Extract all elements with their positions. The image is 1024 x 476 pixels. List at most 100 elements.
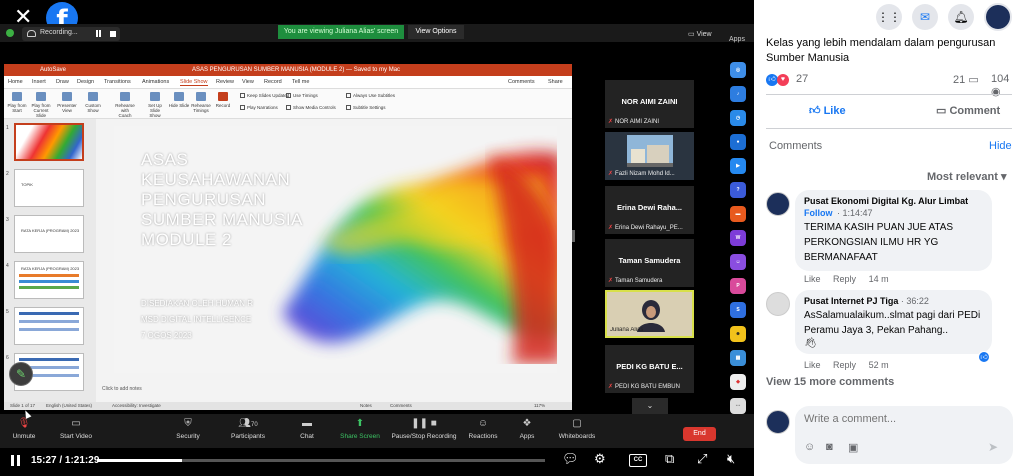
chat-button[interactable]: ▬ Chat [294, 418, 320, 440]
stack-app-icon[interactable]: ▬ [730, 206, 746, 222]
volume-muted-icon[interactable]: 🔇︎ [727, 451, 735, 467]
like-button[interactable]: 👍︎ Like [809, 104, 846, 117]
follow-link[interactable]: Follow [804, 208, 833, 218]
use-timings-option[interactable]: Use Timings [286, 93, 318, 99]
view-more-comments-link[interactable]: View 15 more comments [766, 376, 894, 388]
security-button[interactable]: ⛨ Security [170, 418, 206, 440]
participant-tile[interactable]: Taman Samudera ✗ Taman Samudera [605, 239, 694, 287]
write-comment-box[interactable]: ☺ ◙ ▣ ➤ [795, 406, 1013, 464]
participant-tile[interactable]: NOR AIMI ZAINI ✗ NOR AIMI ZAINI [605, 80, 694, 128]
emoji-app-icon[interactable]: ☻ [730, 326, 746, 342]
red-app-icon[interactable]: ◆ [730, 374, 746, 390]
play-narrations-option[interactable]: Play Narrations [240, 105, 278, 111]
tab-insert[interactable]: Insert [32, 79, 46, 85]
tab-draw[interactable]: Draw [56, 79, 69, 85]
comments-button[interactable]: Comments [508, 79, 535, 85]
smile-app-icon[interactable]: ☺ [730, 254, 746, 270]
tab-design[interactable]: Design [77, 79, 94, 85]
set-up-slide-show-button[interactable]: Set Up Slide Show [144, 92, 166, 118]
music-app-icon[interactable]: ♪ [730, 86, 746, 102]
comment-like-link[interactable]: Like [804, 274, 821, 284]
rehearse-with-coach-button[interactable]: Rehearse with Coach [114, 92, 136, 118]
presenter-view-button[interactable]: Presenter View [56, 92, 78, 113]
commenter-name[interactable]: Pusat Ekonomi Digital Kg. Alur Limbat [804, 196, 983, 206]
w-app-icon[interactable]: W [730, 230, 746, 246]
show-media-controls-option[interactable]: Show Media Controls [286, 105, 336, 111]
scribe-app-icon[interactable]: S [730, 302, 746, 318]
reactions-button[interactable]: ☺ Reactions [466, 418, 500, 440]
fullscreen-icon[interactable]: ⤢ [697, 451, 707, 467]
current-slide[interactable]: ASAS KEUSAHAWANAN PENGURUSAN SUMBER MANU… [114, 126, 557, 373]
share-divider-handle[interactable] [572, 230, 575, 242]
notifications-bell-icon[interactable]: 🔔︎ [948, 4, 974, 30]
view-button[interactable]: ▭ View [688, 30, 712, 38]
emoji-icon[interactable]: ☺ [804, 441, 815, 453]
tab-view[interactable]: View [242, 79, 254, 85]
quiz-app-icon[interactable]: ? [730, 182, 746, 198]
status-accessibility[interactable]: Accessibility: Investigate [112, 402, 161, 410]
tab-tell-me[interactable]: Tell me [292, 79, 309, 85]
timer-app-icon[interactable]: ◷ [730, 110, 746, 126]
end-meeting-button[interactable]: End [683, 427, 716, 441]
comment-input[interactable] [804, 413, 1004, 425]
comment-like-link[interactable]: Like [804, 360, 821, 370]
pause-icon[interactable] [11, 455, 20, 466]
picture-in-picture-icon[interactable]: ⧉ [665, 451, 674, 467]
tab-record[interactable]: Record [264, 79, 282, 85]
tab-transitions[interactable]: Transitions [104, 79, 131, 85]
share-screen-button[interactable]: ⬆ Share Screen [338, 418, 382, 440]
pause-recording-icon[interactable] [96, 30, 101, 37]
start-video-button[interactable]: ▭ Start Video [56, 418, 96, 440]
participant-tile-active-speaker[interactable]: Juliana Alias [605, 290, 694, 338]
annotate-pen-icon[interactable]: ✎ [9, 362, 33, 386]
status-notes[interactable]: Notes [360, 402, 372, 410]
camera-icon[interactable]: ◙ [826, 441, 833, 453]
share-button[interactable]: Share [548, 79, 563, 85]
reactions-summary[interactable]: 👍︎ ♥ 27 21 ▭ 104 ◉ [766, 72, 1016, 98]
play-app-icon[interactable]: ▶ [730, 158, 746, 174]
participants-button[interactable]: 👥︎70 Participants [226, 418, 270, 440]
hide-comments-link[interactable]: Hide [989, 140, 1012, 152]
progress-bar[interactable] [97, 459, 545, 462]
apps-button[interactable]: ❖ Apps [514, 418, 540, 440]
closed-captions-icon[interactable]: CC [629, 454, 647, 467]
hide-slide-button[interactable]: Hide Slide [168, 92, 190, 108]
status-comments[interactable]: Comments [390, 402, 412, 410]
tab-review[interactable]: Review [216, 79, 234, 85]
profile-app-icon[interactable]: ● [730, 134, 746, 150]
custom-show-button[interactable]: Custom Show [82, 92, 104, 113]
chevron-down-icon[interactable]: ⌄ [632, 398, 668, 414]
tab-slide-show[interactable]: Slide Show [180, 79, 208, 86]
slide-thumbnail-4[interactable]: RATA KERJA (PROGRAM) 2023 [14, 261, 84, 299]
profile-avatar[interactable] [984, 3, 1012, 31]
slide-thumbnail-2[interactable]: TOPIK [14, 169, 84, 207]
my-avatar[interactable] [766, 410, 790, 434]
comment-button[interactable]: ▭ Comment [936, 104, 1000, 117]
slide-thumbnail-5[interactable] [14, 307, 84, 345]
participant-tile[interactable]: PEDI KG BATU E... ✗ PEDI KG BATU EMBUN [605, 345, 694, 393]
gear-icon[interactable]: ⚙ [594, 451, 606, 467]
menu-grid-icon[interactable]: ⋮⋮ [876, 4, 902, 30]
slide-thumbnail-1[interactable] [14, 123, 84, 161]
keep-slides-updated-option[interactable]: Keep Slides Updated [240, 93, 289, 99]
send-icon[interactable]: ➤ [988, 440, 998, 454]
commenter-avatar[interactable] [766, 292, 790, 316]
participant-tile[interactable]: ✗ Fazli Nizam Mohd Id... [605, 132, 694, 180]
stop-recording-icon[interactable] [110, 31, 116, 37]
subtitle-settings-option[interactable]: Subtitle Settings [346, 105, 386, 111]
unmute-button[interactable]: 🎙︎ Unmute [8, 418, 40, 440]
sticker-icon[interactable]: ▣ [848, 441, 858, 454]
sort-dropdown[interactable]: Most relevant ▾ [927, 170, 1007, 183]
tab-home[interactable]: Home [8, 79, 23, 85]
comment-reply-link[interactable]: Reply [833, 274, 856, 284]
rehearse-timings-button[interactable]: Rehearse Timings [190, 92, 212, 113]
always-use-subtitles-option[interactable]: Always Use Subtitles [346, 93, 395, 99]
view-options-button[interactable]: View Options [408, 25, 464, 39]
notes-placeholder[interactable]: Click to add notes [102, 386, 142, 392]
commenter-avatar[interactable] [766, 192, 790, 216]
play-from-start-button[interactable]: Play from Start [6, 92, 28, 113]
participant-tile[interactable]: Erina Dewi Raha... ✗ Erina Dewi Rahayu_PE… [605, 186, 694, 234]
messenger-icon[interactable]: ✉ [912, 4, 938, 30]
commenter-name[interactable]: Pusat Internet PJ Tiga · 36:22 [804, 296, 983, 306]
status-zoom[interactable]: 117% [534, 402, 545, 410]
